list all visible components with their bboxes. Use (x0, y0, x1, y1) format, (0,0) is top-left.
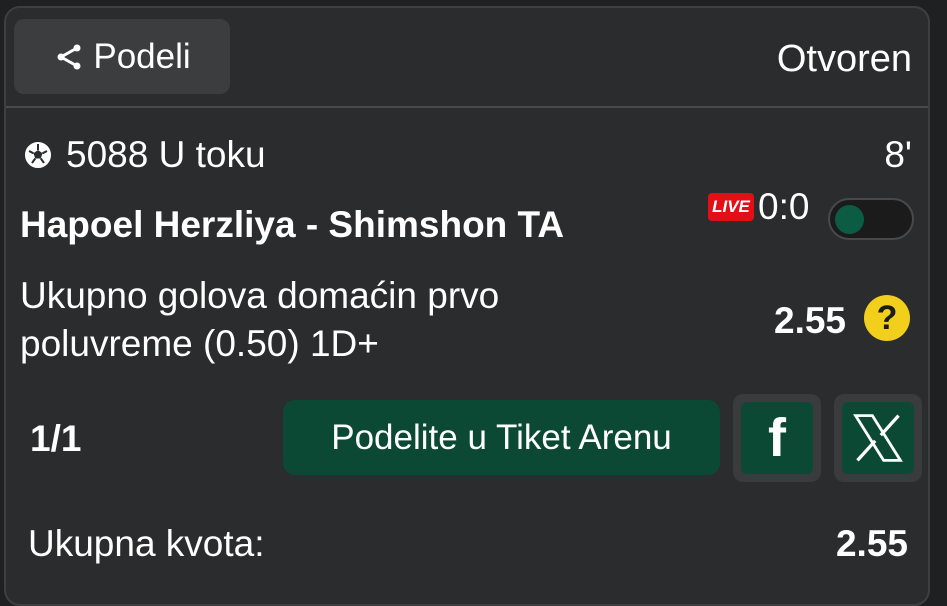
share-button[interactable]: Podeli (14, 19, 230, 94)
total-odds-label: Ukupna kvota: (28, 523, 265, 564)
match-minute: 8' (884, 134, 912, 175)
match-code-status: 5088 U toku (66, 134, 266, 175)
toggle-knob (835, 205, 864, 234)
share-label: Podeli (93, 36, 191, 76)
match-score: 0:0 (758, 186, 810, 227)
soccer-ball-icon (25, 142, 51, 168)
live-toggle[interactable] (828, 198, 914, 240)
match-teams[interactable]: Hapoel Herzliya - Shimshon TA (20, 204, 564, 246)
share-to-arena-button[interactable]: Podelite u Tiket Arenu (283, 400, 720, 475)
x-share-button[interactable] (834, 394, 922, 482)
bet-market: Ukupno golova domaćin prvo poluvreme (0.… (20, 275, 500, 364)
ticket-status: Otvoren (776, 38, 912, 80)
facebook-share-button[interactable]: f (733, 394, 821, 482)
live-badge: LIVE (708, 193, 754, 221)
bet-odd: 2.55 (774, 300, 847, 341)
help-icon[interactable]: ? (864, 295, 910, 341)
x-icon (842, 402, 914, 474)
facebook-icon: f (741, 402, 813, 474)
match-info: 5088 U toku (24, 134, 266, 176)
bet-count: 1/1 (30, 418, 82, 459)
ticket-card: Podeli Otvoren 5088 U toku 8' Hapoel Her… (4, 6, 930, 606)
share-icon (57, 44, 81, 69)
header-divider (6, 106, 928, 108)
facebook-letter: f (768, 408, 786, 468)
total-odds-value: 2.55 (835, 523, 908, 564)
